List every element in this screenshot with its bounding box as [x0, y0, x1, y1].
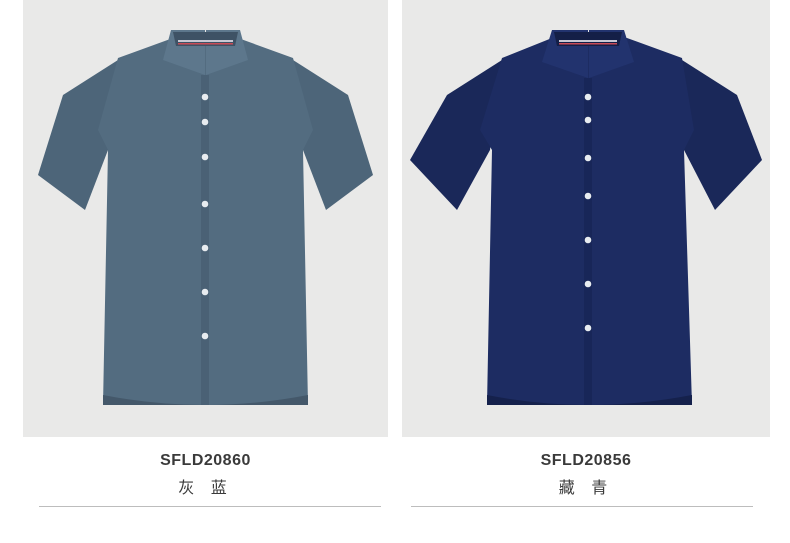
product-color-name: 灰 蓝: [178, 480, 233, 497]
product-card-1[interactable]: SFLD20860 灰 蓝: [23, 0, 388, 497]
product-image-2[interactable]: [402, 0, 770, 437]
shirt-graphic-1: [38, 30, 373, 405]
product-card-2[interactable]: SFLD20856 藏 青: [402, 0, 770, 497]
product-code: SFLD20860: [160, 452, 251, 469]
shirt-graphic-2: [410, 30, 762, 405]
product-code: SFLD20856: [540, 452, 632, 469]
product-color-name: 藏 青: [558, 480, 614, 497]
divider-line: [411, 506, 753, 507]
product-image-1[interactable]: [23, 0, 388, 437]
divider-line: [39, 506, 381, 507]
